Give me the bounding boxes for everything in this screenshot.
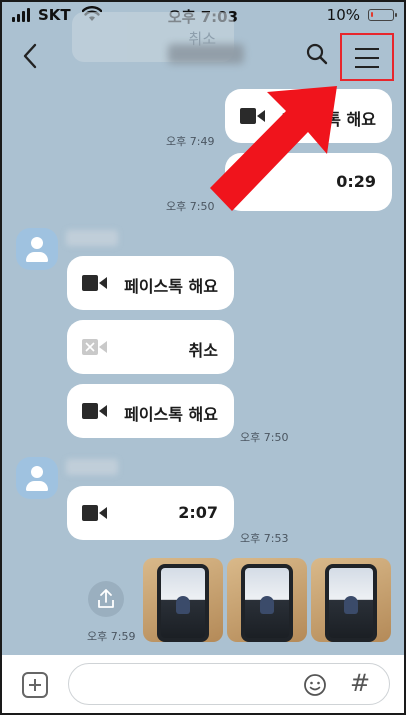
- sent-call-duration-bubble[interactable]: 0:29: [225, 153, 392, 211]
- photo-thumbnail[interactable]: [143, 558, 223, 642]
- message-text: 페이스톡 해요: [124, 277, 218, 296]
- chat-screen: SKT 오후 7:03 10% 취소 페이스톡 해요 오후 7: [0, 0, 406, 715]
- chat-title-blurred: [168, 44, 244, 64]
- message-time: 오후 7:49: [166, 135, 215, 148]
- message-time: 오후 7:53: [240, 532, 289, 545]
- avatar[interactable]: [16, 228, 58, 270]
- received-call-duration-bubble[interactable]: 2:07: [67, 486, 234, 540]
- message-text: 페이스톡 해요: [282, 110, 376, 129]
- plus-icon[interactable]: [22, 672, 48, 698]
- message-time: 오후 7:50: [166, 200, 215, 213]
- hashtag-search-icon[interactable]: #: [350, 669, 370, 697]
- chat-header: 취소: [0, 12, 406, 82]
- battery-icon: [368, 9, 397, 21]
- photo-thumbnail[interactable]: [227, 558, 307, 642]
- received-facetime-bubble[interactable]: 페이스톡 해요: [67, 256, 234, 310]
- sender-name-blurred: [66, 459, 118, 475]
- received-facetime-bubble[interactable]: 페이스톡 해요: [67, 384, 234, 438]
- message-input[interactable]: [68, 663, 390, 705]
- hamburger-menu-icon[interactable]: [340, 33, 394, 81]
- video-camera-icon: [82, 505, 107, 521]
- message-text: 페이스톡 해요: [124, 405, 218, 424]
- video-camera-icon: [240, 108, 265, 124]
- search-icon[interactable]: [305, 42, 329, 66]
- avatar[interactable]: [16, 457, 58, 499]
- video-camera-icon: [82, 403, 107, 419]
- photo-thumbnail[interactable]: [311, 558, 391, 642]
- emoji-icon[interactable]: [303, 673, 327, 697]
- video-camera-icon: [82, 275, 107, 291]
- message-time: 오후 7:50: [240, 431, 289, 444]
- sender-name-blurred: [66, 230, 118, 246]
- message-text: 0:29: [336, 172, 376, 191]
- chevron-left-icon[interactable]: [16, 40, 46, 72]
- message-text: 2:07: [178, 503, 218, 522]
- video-camera-off-icon: [82, 339, 107, 355]
- message-text: 취소: [188, 341, 218, 360]
- battery-percent: 10%: [326, 6, 360, 24]
- message-input-bar: #: [0, 655, 406, 715]
- received-cancelled-bubble[interactable]: 취소: [67, 320, 234, 374]
- message-time: 오후 7:59: [87, 630, 136, 643]
- sent-facetime-bubble[interactable]: 페이스톡 해요: [225, 89, 392, 143]
- share-icon[interactable]: [88, 581, 124, 617]
